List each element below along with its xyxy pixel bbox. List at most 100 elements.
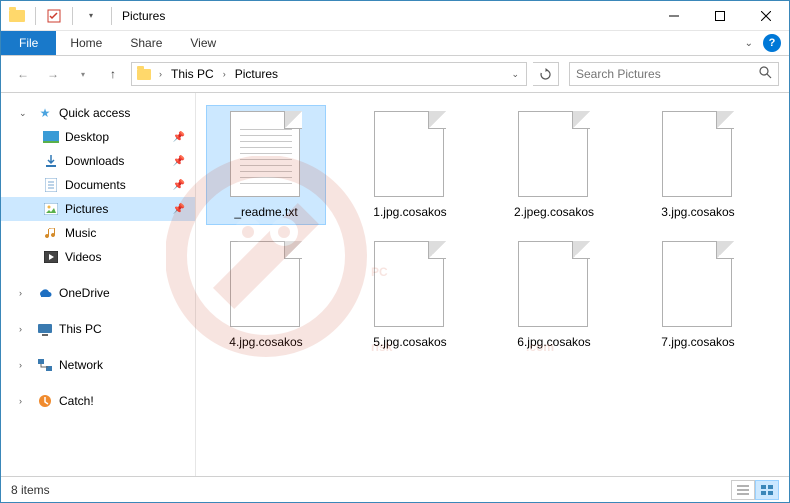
qat-dropdown-icon[interactable]: ▾ xyxy=(83,8,99,24)
separator xyxy=(35,7,36,25)
recent-dropdown-icon[interactable]: ▾ xyxy=(71,62,95,86)
file-name: 5.jpg.cosakos xyxy=(373,335,446,349)
status-bar: 8 items xyxy=(1,476,789,502)
tree-label: Network xyxy=(59,358,103,372)
pin-icon: 📌 xyxy=(173,180,185,191)
body: ⌄ ★ Quick access Desktop📌Downloads📌Docum… xyxy=(1,92,789,476)
file-icon xyxy=(518,241,590,329)
ribbon-tab-view[interactable]: View xyxy=(176,31,230,55)
chevron-right-icon[interactable]: › xyxy=(19,324,31,334)
music-icon xyxy=(43,225,59,241)
tree-label: Desktop xyxy=(65,130,109,144)
forward-button[interactable]: → xyxy=(41,62,65,86)
chevron-right-icon[interactable]: › xyxy=(220,69,229,79)
view-details-button[interactable] xyxy=(731,480,755,500)
cloud-icon xyxy=(37,285,53,301)
sidebar-item-desktop[interactable]: Desktop 📌 xyxy=(1,125,195,149)
file-name: _readme.txt xyxy=(234,205,297,219)
minimize-button[interactable] xyxy=(651,1,697,30)
item-count: 8 items xyxy=(11,483,50,497)
pc-icon xyxy=(37,321,53,337)
view-large-icons-button[interactable] xyxy=(755,480,779,500)
file-item[interactable]: 5.jpg.cosakos xyxy=(350,235,470,355)
file-item[interactable]: 4.jpg.cosakos xyxy=(206,235,326,355)
window-controls xyxy=(651,1,789,30)
file-name: 1.jpg.cosakos xyxy=(373,205,446,219)
chevron-right-icon[interactable]: › xyxy=(19,396,31,406)
file-name: 7.jpg.cosakos xyxy=(661,335,734,349)
tree-label: This PC xyxy=(59,322,102,336)
ribbon-expand-icon[interactable]: ⌄ xyxy=(745,38,753,49)
pin-icon: 📌 xyxy=(173,156,185,167)
up-button[interactable]: ↑ xyxy=(101,62,125,86)
file-icon xyxy=(662,241,734,329)
tree-quick-access[interactable]: ⌄ ★ Quick access xyxy=(1,101,195,125)
file-item[interactable]: _readme.txt xyxy=(206,105,326,225)
properties-icon[interactable] xyxy=(46,8,62,24)
breadcrumb-item[interactable]: This PC xyxy=(169,67,216,81)
search-box[interactable] xyxy=(569,62,779,86)
folder-icon xyxy=(9,8,25,24)
ribbon-file-tab[interactable]: File xyxy=(1,31,56,55)
folder-icon xyxy=(136,66,152,82)
file-icon xyxy=(230,111,302,199)
tree-label: Quick access xyxy=(59,106,130,120)
ribbon-tab-share[interactable]: Share xyxy=(116,31,176,55)
file-icon xyxy=(518,111,590,199)
pin-icon: 📌 xyxy=(173,132,185,143)
documents-icon xyxy=(43,177,59,193)
chevron-right-icon[interactable]: › xyxy=(156,69,165,79)
explorer-window: PC risk .com ▾ Pictures File Home Share xyxy=(0,0,790,503)
tree-this-pc[interactable]: › This PC xyxy=(1,317,195,341)
file-name: 6.jpg.cosakos xyxy=(517,335,590,349)
star-icon: ★ xyxy=(37,105,53,121)
file-grid[interactable]: _readme.txt 1.jpg.cosakos 2.jpeg.cosakos 3.… xyxy=(196,93,789,476)
address-bar[interactable]: › This PC › Pictures ⌄ xyxy=(131,62,527,86)
search-input[interactable] xyxy=(576,67,759,81)
ribbon-tab-home[interactable]: Home xyxy=(56,31,116,55)
file-name: 2.jpeg.cosakos xyxy=(514,205,594,219)
tree-catch-[interactable]: › Catch! xyxy=(1,389,195,413)
file-icon xyxy=(662,111,734,199)
file-item[interactable]: 7.jpg.cosakos xyxy=(638,235,758,355)
sidebar-item-documents[interactable]: Documents 📌 xyxy=(1,173,195,197)
breadcrumb-item[interactable]: Pictures xyxy=(233,67,280,81)
back-button[interactable]: ← xyxy=(11,62,35,86)
file-icon xyxy=(374,241,446,329)
chevron-down-icon[interactable]: ⌄ xyxy=(19,108,31,119)
separator xyxy=(111,7,112,25)
tree-network[interactable]: › Network xyxy=(1,353,195,377)
tree-onedrive[interactable]: ›OneDrive xyxy=(1,281,195,305)
help-icon[interactable]: ? xyxy=(763,34,781,52)
videos-icon xyxy=(43,249,59,265)
file-item[interactable]: 2.jpeg.cosakos xyxy=(494,105,614,225)
pin-icon: 📌 xyxy=(173,204,185,215)
tree-label: Catch! xyxy=(59,394,94,408)
tree-label: Documents xyxy=(65,178,126,192)
sidebar-item-videos[interactable]: Videos xyxy=(1,245,195,269)
pictures-icon xyxy=(43,201,59,217)
file-item[interactable]: 6.jpg.cosakos xyxy=(494,235,614,355)
search-icon[interactable] xyxy=(759,66,772,82)
refresh-button[interactable] xyxy=(533,62,559,86)
navigation-bar: ← → ▾ ↑ › This PC › Pictures ⌄ xyxy=(1,56,789,92)
sidebar-item-pictures[interactable]: Pictures 📌 xyxy=(1,197,195,221)
window-title: Pictures xyxy=(116,9,165,23)
separator xyxy=(72,7,73,25)
chevron-right-icon[interactable]: › xyxy=(19,360,31,370)
tree-label: Videos xyxy=(65,250,101,264)
sidebar-item-downloads[interactable]: Downloads📌 xyxy=(1,149,195,173)
file-item[interactable]: 1.jpg.cosakos xyxy=(350,105,470,225)
sidebar-item-music[interactable]: Music xyxy=(1,221,195,245)
tree-label: Music xyxy=(65,226,96,240)
navigation-pane[interactable]: ⌄ ★ Quick access Desktop📌Downloads📌Docum… xyxy=(1,93,196,476)
chevron-right-icon[interactable]: › xyxy=(19,288,31,298)
close-button[interactable] xyxy=(743,1,789,30)
address-dropdown-icon[interactable]: ⌄ xyxy=(508,69,522,80)
file-name: 3.jpg.cosakos xyxy=(661,205,734,219)
maximize-button[interactable] xyxy=(697,1,743,30)
file-item[interactable]: 3.jpg.cosakos xyxy=(638,105,758,225)
catch-icon xyxy=(37,393,53,409)
file-name: 4.jpg.cosakos xyxy=(229,335,302,349)
tree-label: Pictures xyxy=(65,202,108,216)
